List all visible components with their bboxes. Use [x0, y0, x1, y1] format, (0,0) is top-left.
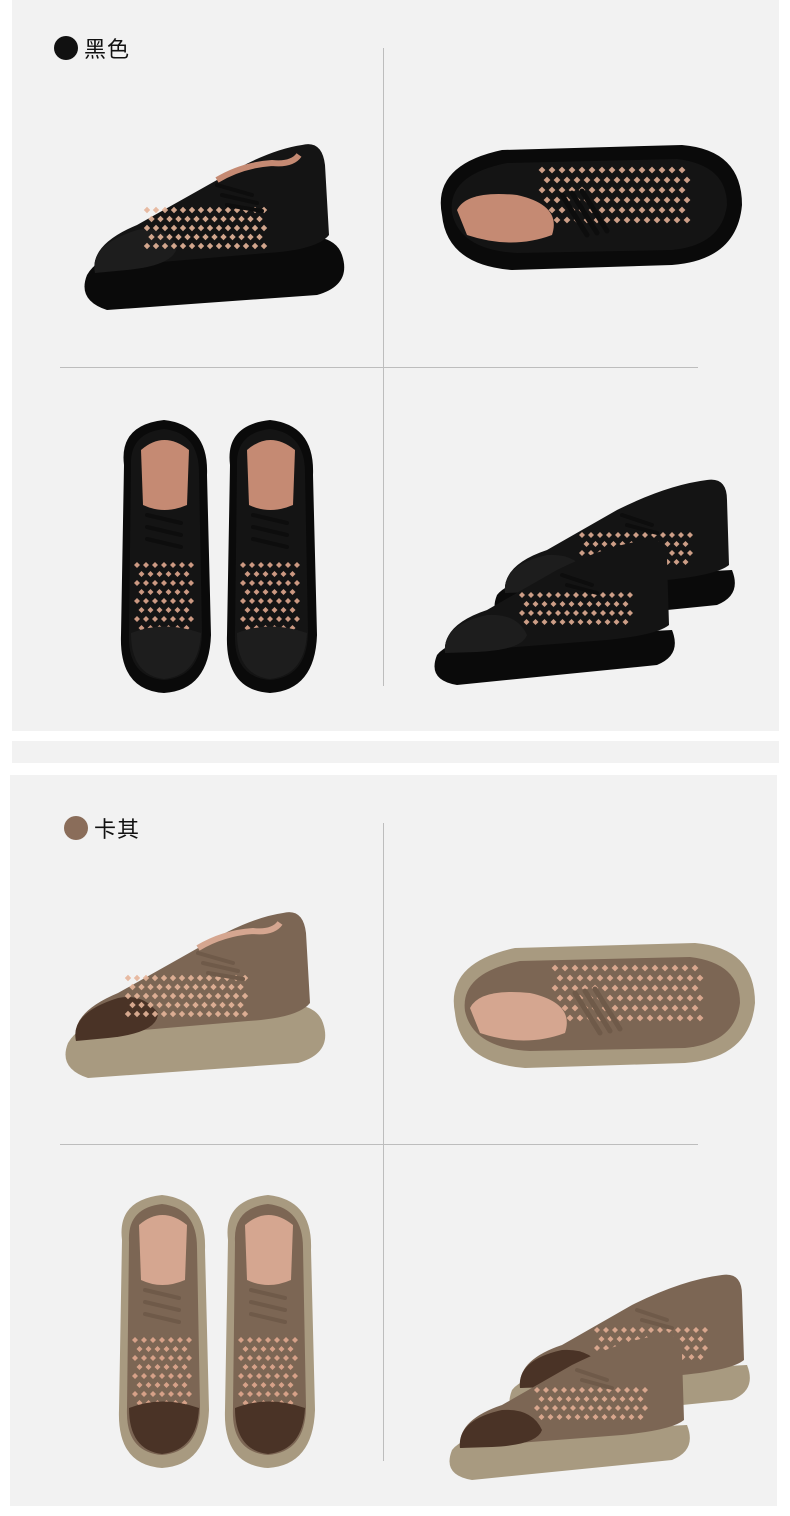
- black-shoe-sole-view: [422, 125, 752, 295]
- khaki-shoe-pair-view: [432, 1260, 772, 1490]
- color-label-khaki: 卡其: [64, 812, 140, 844]
- khaki-shoe-sole-view: [435, 923, 765, 1093]
- black-color-panel: 黑色: [12, 0, 779, 731]
- khaki-color-panel: 卡其: [10, 775, 777, 1506]
- khaki-shoe-top-view: [95, 1180, 335, 1480]
- grid-divider-horizontal: [60, 1144, 698, 1145]
- khaki-shoe-side-view: [48, 893, 338, 1093]
- color-label-black: 黑色: [54, 32, 130, 64]
- grid-divider-vertical: [383, 823, 384, 1461]
- black-shoe-side-view: [67, 125, 357, 325]
- black-label-text: 黑色: [84, 38, 131, 63]
- section-separator: [12, 741, 779, 763]
- khaki-swatch: [64, 816, 88, 840]
- black-swatch: [54, 36, 78, 60]
- black-shoe-pair-view: [417, 465, 757, 695]
- black-shoe-top-view: [97, 405, 337, 705]
- khaki-label-text: 卡其: [94, 818, 141, 843]
- grid-divider-horizontal: [60, 367, 698, 368]
